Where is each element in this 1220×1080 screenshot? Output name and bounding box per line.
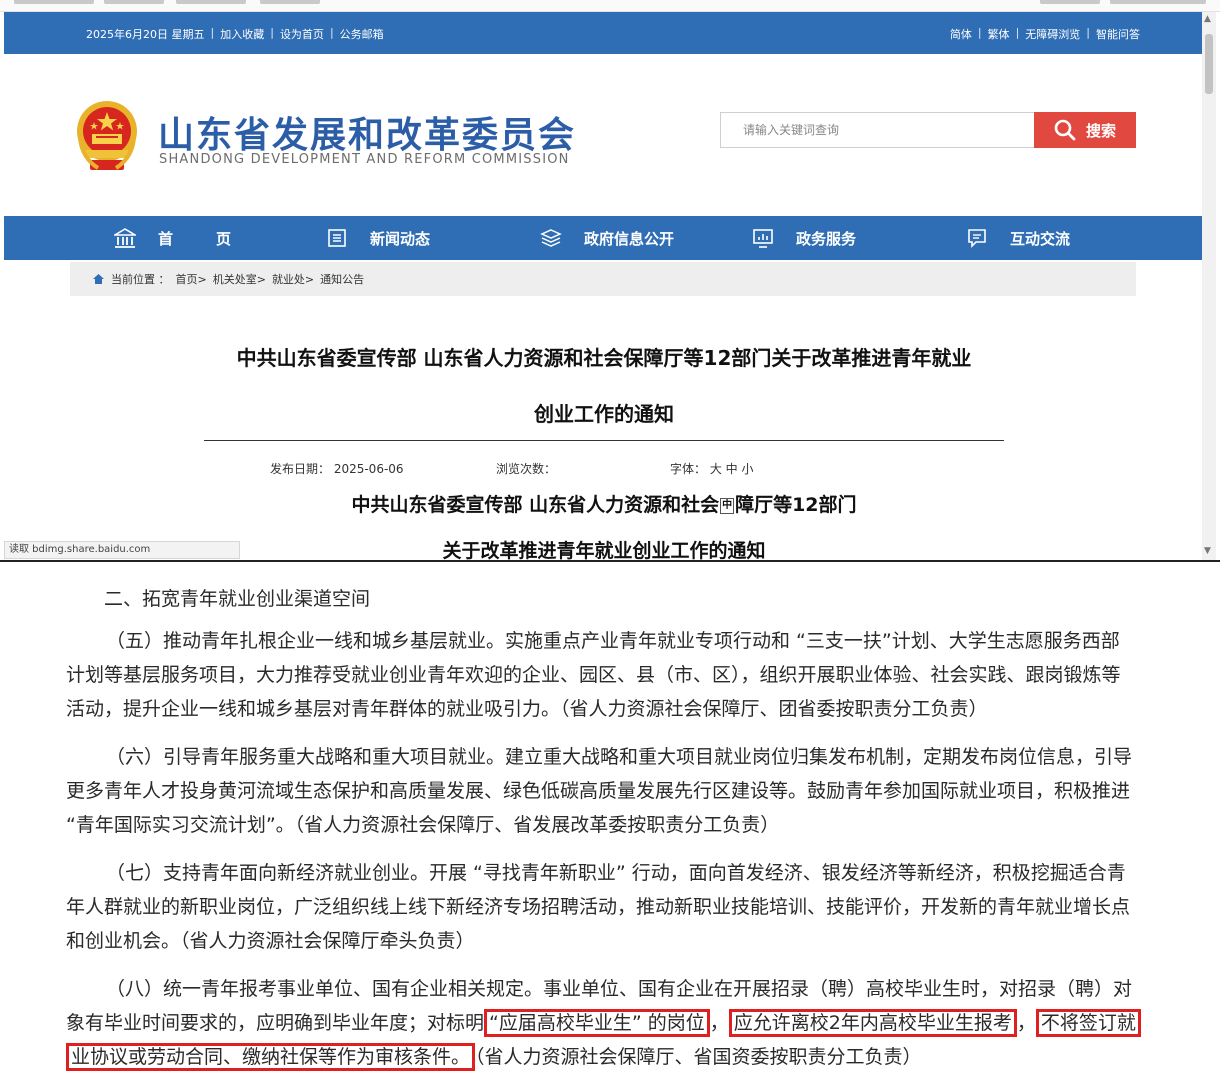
scroll-up-icon[interactable]: ▲ <box>1204 14 1211 24</box>
scroll-down-icon[interactable]: ▼ <box>1204 546 1211 556</box>
site-subtitle: SHANDONG DEVELOPMENT AND REFORM COMMISSI… <box>159 152 570 167</box>
search-button-label: 搜索 <box>1085 121 1116 140</box>
paragraph-line: 更多青年人才投身黄河流域生态保护和高质量发展、绿色低碳高质量发展先行区建设等。鼓… <box>66 780 1131 802</box>
page-scrollbar[interactable]: ▲ ▼ <box>1202 12 1216 560</box>
monitor-icon <box>753 229 773 248</box>
search-input[interactable]: 请输入关键词查询 <box>720 112 1036 148</box>
paragraph-line: （七）支持青年面向新经济就业创业。开展 “寻找青年新职业” 行动，面向首发经济、… <box>106 862 1126 884</box>
highlight-box-no-contract-cont: 业协议或劳动合同、缴纳社保等作为审核条件。 <box>66 1043 476 1071</box>
main-nav: 首 页 新闻动态 政府信息公开 政务服务 互动交流 <box>4 216 1202 260</box>
paragraph-line: 年人群就业的新职业岗位，广泛组织线上线下新经济专场招聘活动，推动新职业技能培训、… <box>66 896 1131 918</box>
site-title[interactable]: 山东省发展和改革委员会 <box>158 106 576 158</box>
paragraph-line: 活动，提升企业一线和城乡基层对青年群体的就业吸引力。（省人力资源社会保障厅、团省… <box>66 698 988 720</box>
article-title-line: 中共山东省委宣传部 山东省人力资源和社会保障厅等12部门关于改革推进青年就业 <box>236 346 972 370</box>
breadcrumb-item[interactable]: 机关处室> <box>213 271 266 287</box>
article-body-zoomed: 二、拓宽青年就业创业渠道空间 （五）推动青年扎根企业一线和城乡基层就业。实施重点… <box>0 562 1220 1080</box>
official-mail-link[interactable]: 公务邮箱 <box>340 26 384 42</box>
accessibility-link[interactable]: 无障碍浏览 <box>1025 26 1080 42</box>
text-segment: ， <box>1016 1012 1036 1034</box>
browser-bookmarks-sliver <box>0 0 1220 12</box>
paragraph-line: （八）统一青年报考事业单位、国有企业相关规定。事业单位、国有企业在开展招录（聘）… <box>106 978 1133 1000</box>
paragraph-8: （八）统一青年报考事业单位、国有企业相关规定。事业单位、国有企业在开展招录（聘）… <box>66 972 1174 1074</box>
browser-viewport: 2025年6月20日 星期五 | 加入收藏 | 设为首页 | 公务邮箱 简体 |… <box>4 12 1216 560</box>
nav-item-label: 政务服务 <box>796 229 857 248</box>
traditional-chinese-link[interactable]: 繁体 <box>988 26 1010 42</box>
top-utility-bar: 2025年6月20日 星期五 | 加入收藏 | 设为首页 | 公务邮箱 简体 |… <box>4 12 1202 54</box>
add-favorite-link[interactable]: 加入收藏 <box>220 26 264 42</box>
text-segment: ， <box>709 1012 729 1034</box>
site-header: 山东省发展和改革委员会 SHANDONG DEVELOPMENT AND REF… <box>4 54 1202 214</box>
paragraph-line: 业协议或劳动合同、缴纳社保等作为审核条件。 （省人力资源社会保障厅、省国资委按职责… <box>66 1040 1174 1074</box>
paragraph-line: 和创业机会。（省人力资源社会保障厅牵头负责） <box>66 930 475 952</box>
nav-item-label: 政府信息公开 <box>584 229 675 248</box>
search-button[interactable]: 搜索 <box>1034 112 1136 148</box>
view-count: 浏览次数： <box>496 462 557 476</box>
news-icon <box>328 229 346 247</box>
paragraph-7: （七）支持青年面向新经济就业创业。开展 “寻找青年新职业” 行动，面向首发经济、… <box>66 856 1174 958</box>
national-emblem-icon <box>77 101 137 170</box>
breadcrumb-item[interactable]: 通知公告 <box>320 271 364 287</box>
paragraph-line: “青年国际实习交流计划”。（省人力资源社会保障厅、省发展改革委按职责分工负责） <box>66 814 780 836</box>
nav-item-interaction[interactable]: 互动交流 <box>966 216 1070 260</box>
highlight-box-two-years: 应允许离校2年内高校毕业生报考 <box>728 1009 1017 1037</box>
document-sub-title-line2: 关于改革推进青年就业创业工作的通知 <box>442 540 766 560</box>
article-title-line: 创业工作的通知 <box>534 402 674 426</box>
sub-title-part: 中共山东省委宣传部 山东省人力资源和社会 <box>351 494 720 516</box>
nav-item-gov-info[interactable]: 政府信息公开 <box>540 216 674 260</box>
nav-item-label: 互动交流 <box>1010 229 1071 248</box>
paragraph-line: 计划等基层服务项目，大力推荐受就业创业青年欢迎的企业、园区、县（市、区），组织开… <box>66 664 1121 686</box>
simplified-chinese-link[interactable]: 简体 <box>950 26 972 42</box>
smart-qa-link[interactable]: 智能问答 <box>1096 26 1140 42</box>
text-segment: 象有毕业时间要求的，应明确到毕业年度；对标明 <box>66 1012 485 1034</box>
home-icon <box>93 274 104 284</box>
paragraph-line: 象有毕业时间要求的，应明确到毕业年度；对标明 “应届高校毕业生” 的岗位，应允许离… <box>66 1006 1174 1040</box>
scrollbar-thumb[interactable] <box>1205 34 1213 94</box>
paragraph-5: （五）推动青年扎根企业一线和城乡基层就业。实施重点产业青年就业专项行动和 “三支… <box>66 624 1174 726</box>
chat-icon <box>968 229 986 248</box>
nav-item-news[interactable]: 新闻动态 <box>326 216 430 260</box>
publish-date: 发布日期： 2025-06-06 <box>270 462 404 476</box>
search-icon <box>1054 119 1076 141</box>
nav-item-label: 新闻动态 <box>370 229 431 248</box>
breadcrumb-prefix: 当前位置 ： <box>111 273 170 286</box>
nav-item-home[interactable]: 首 页 <box>114 216 245 260</box>
article-title: 中共山东省委宣传部 山东省人力资源和社会保障厅等12部门关于改革推进青年就业 创… <box>204 330 1004 442</box>
current-date: 2025年6月20日 星期五 <box>86 28 205 41</box>
breadcrumb-item[interactable]: 首页> <box>176 271 207 287</box>
nav-item-label: 首 页 <box>158 229 246 248</box>
paragraph-6: （六）引导青年服务重大战略和重大项目就业。建立重大战略和重大项目就业岗位归集发布… <box>66 740 1174 842</box>
section-heading: 二、拓宽青年就业创业渠道空间 <box>104 588 371 610</box>
text-segment: （省人力资源社会保障厅、省国资委按职责分工负责） <box>475 1046 922 1068</box>
title-divider <box>204 440 1004 441</box>
document-sub-title: 中共山东省委宣传部 山东省人力资源和社会中障厅等12部门 <box>204 490 1004 517</box>
sub-title-part: 障厅等12部门 <box>735 494 857 516</box>
layers-icon <box>540 229 562 247</box>
breadcrumb: 当前位置 ： 首页> 机关处室> 就业处> 通知公告 <box>70 262 1136 296</box>
breadcrumb-item[interactable]: 就业处> <box>272 271 314 287</box>
nav-item-services[interactable]: 政务服务 <box>752 216 856 260</box>
browser-status-bar: 读取 bdimg.share.baidu.com <box>4 541 240 559</box>
broken-glyph-icon: 中 <box>720 497 735 514</box>
paragraph-line: （六）引导青年服务重大战略和重大项目就业。建立重大战略和重大项目就业岗位归集发布… <box>106 746 1133 768</box>
highlight-box-no-contract: 不将签订就 <box>1035 1009 1141 1037</box>
set-homepage-link[interactable]: 设为首页 <box>280 26 324 42</box>
paragraph-line: （五）推动青年扎根企业一线和城乡基层就业。实施重点产业青年就业专项行动和 “三支… <box>106 630 1120 652</box>
font-size-switch[interactable]: 字体： 大 中 小 <box>670 460 753 477</box>
bank-icon <box>114 228 136 248</box>
highlight-box-fresh-graduate: “应届高校毕业生” 的岗位 <box>484 1009 710 1037</box>
